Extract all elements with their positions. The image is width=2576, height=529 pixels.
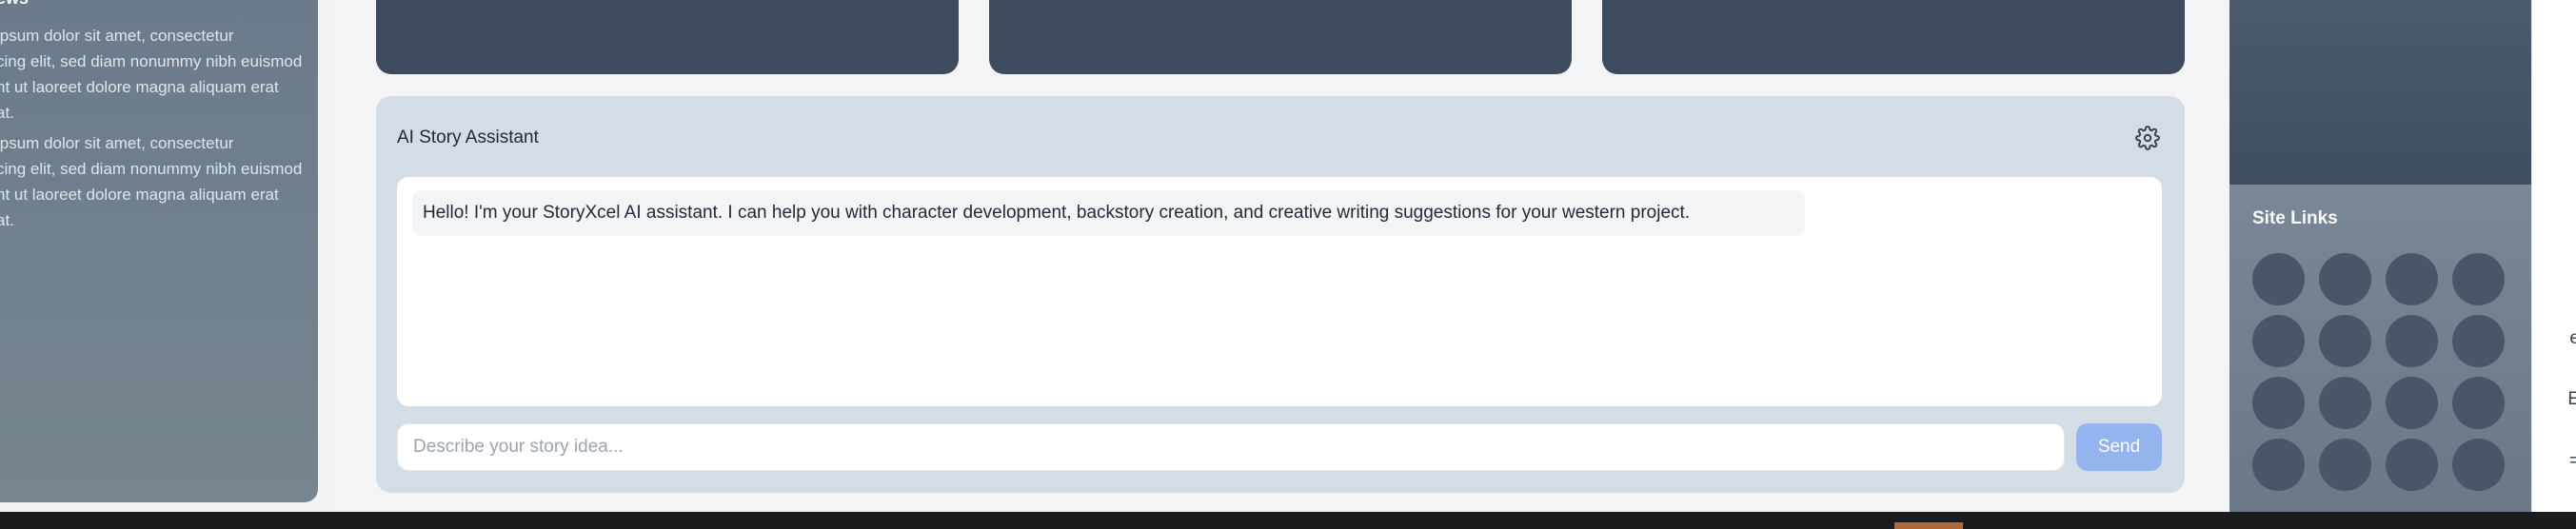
news-paragraph: ipsum dolor sit amet, consectetur cing e… bbox=[0, 27, 303, 122]
site-link-icon[interactable] bbox=[2452, 377, 2505, 429]
site-link-icon[interactable] bbox=[2319, 439, 2371, 491]
site-link-icon[interactable] bbox=[2452, 439, 2505, 491]
news-title: ews bbox=[0, 0, 29, 9]
site-link-icon[interactable] bbox=[2319, 377, 2371, 429]
ai-story-assistant-panel: AI Story Assistant Hello! I'm your Story… bbox=[376, 96, 2185, 493]
edge-text: = bbox=[2568, 451, 2576, 471]
taskbar-active-item[interactable] bbox=[1894, 522, 1963, 529]
site-link-icon[interactable] bbox=[2386, 253, 2438, 305]
site-links-grid bbox=[2252, 253, 2505, 491]
feature-card[interactable] bbox=[1602, 0, 2185, 74]
site-link-icon[interactable] bbox=[2252, 315, 2305, 367]
main-content: AI Story Assistant Hello! I'm your Story… bbox=[329, 0, 2229, 514]
site-link-icon[interactable] bbox=[2386, 439, 2438, 491]
site-link-icon[interactable] bbox=[2452, 315, 2505, 367]
site-links-title: Site Links bbox=[2252, 208, 2338, 228]
news-paragraph: ipsum dolor sit amet, consectetur cing e… bbox=[0, 134, 303, 229]
news-panel: ews ipsum dolor sit amet, consectetur ci… bbox=[0, 0, 318, 502]
assistant-message: Hello! I'm your StoryXcel AI assistant. … bbox=[412, 190, 1805, 236]
site-link-icon[interactable] bbox=[2252, 377, 2305, 429]
sidebar-top-panel bbox=[2229, 0, 2531, 185]
gear-icon[interactable] bbox=[2135, 126, 2160, 150]
site-link-icon[interactable] bbox=[2319, 253, 2371, 305]
site-link-icon[interactable] bbox=[2452, 253, 2505, 305]
site-link-icon[interactable] bbox=[2319, 315, 2371, 367]
taskbar bbox=[0, 512, 2576, 529]
site-link-icon[interactable] bbox=[2386, 315, 2438, 367]
assistant-title: AI Story Assistant bbox=[397, 127, 539, 147]
site-link-icon[interactable] bbox=[2252, 439, 2305, 491]
edge-text: e bbox=[2569, 328, 2576, 348]
site-link-icon[interactable] bbox=[2386, 377, 2438, 429]
site-links-panel: Site Links bbox=[2229, 185, 2531, 514]
right-edge-panel: e E = bbox=[2531, 0, 2576, 514]
story-idea-input[interactable] bbox=[397, 423, 2065, 471]
site-link-icon[interactable] bbox=[2252, 253, 2305, 305]
feature-card[interactable] bbox=[989, 0, 1572, 74]
feature-card[interactable] bbox=[376, 0, 959, 74]
edge-text: E bbox=[2567, 389, 2576, 409]
send-button[interactable]: Send bbox=[2076, 423, 2162, 471]
chat-messages[interactable]: Hello! I'm your StoryXcel AI assistant. … bbox=[397, 177, 2162, 406]
